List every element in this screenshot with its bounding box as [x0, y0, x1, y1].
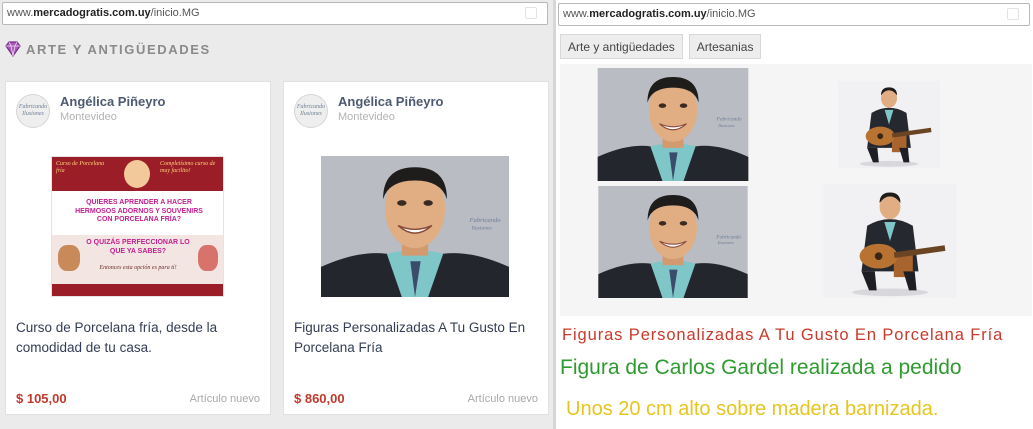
seller-logo-text: Fabricando Ilusiones: [296, 104, 326, 117]
caption-title: Figuras Personalizadas A Tu Gusto En Por…: [562, 326, 1004, 344]
bookmark-icon[interactable]: [525, 7, 537, 19]
url-domain: mercadogratis.com.uy: [33, 7, 151, 19]
address-bar[interactable]: www.mercadogratis.com.uy/inicio.MG: [558, 3, 1030, 26]
doll-illustration-icon: [58, 245, 80, 271]
url-domain: mercadogratis.com.uy: [589, 8, 707, 20]
tab-artesanias[interactable]: Artesanias: [688, 34, 762, 59]
flyer-banner-right: Completísimo curso de muy facilito!: [160, 161, 216, 174]
flyer-footer: [52, 284, 223, 296]
avatar[interactable]: Fabricando Ilusiones: [294, 94, 328, 128]
seller-info[interactable]: Fabricando Ilusiones Angélica Piñeyro Mo…: [294, 94, 443, 128]
listing-title[interactable]: Curso de Porcelana fría, desde la comodi…: [16, 318, 266, 358]
tab-arte-y-antiguedades[interactable]: Arte y antigüedades: [560, 34, 683, 59]
seller-city: Montevideo: [60, 111, 117, 123]
url-prefix: www.: [7, 7, 34, 19]
url-prefix: www.: [563, 8, 590, 20]
figure-guitar-full-photo[interactable]: [838, 68, 940, 181]
seller-name[interactable]: Angélica Piñeyro: [338, 94, 443, 110]
category-tabs: Arte y antigüedades Artesanias: [560, 34, 762, 59]
seller-name[interactable]: Angélica Piñeyro: [60, 94, 165, 110]
photo-gallery: [560, 64, 1032, 316]
listing-condition: Artículo nuevo: [189, 393, 260, 405]
listing-price: $ 105,00: [16, 391, 67, 406]
bookmark-icon[interactable]: [1007, 8, 1019, 20]
seller-info[interactable]: Fabricando Ilusiones Angélica Piñeyro Mo…: [16, 94, 165, 128]
flyer-banner-left: Curso de Porcelana fría: [56, 161, 105, 174]
figure-guitar-closeup-photo[interactable]: [817, 184, 963, 298]
listing-card[interactable]: Fabricando Ilusiones Angélica Piñeyro Mo…: [283, 81, 549, 415]
flyer-alternative: O QUIZÁS PERFECCIONAR LO QUE YA SABES?: [86, 239, 190, 255]
gem-icon: [5, 41, 21, 57]
caption-size: Unos 20 cm alto sobre madera barnizada.: [566, 398, 939, 420]
flyer-closing: Entonces esta opción es para tí!: [99, 265, 177, 271]
listing-card[interactable]: Fabricando Ilusiones Angélica Piñeyro Mo…: [5, 81, 271, 415]
left-listing-panel: www.mercadogratis.com.uy/inicio.MG ARTE …: [0, 0, 553, 429]
category-title: ARTE Y ANTIGÜEDADES: [26, 41, 211, 57]
seller-logo-text: Fabricando Ilusiones: [18, 104, 48, 117]
caption-description: Figura de Carlos Gardel realizada a pedi…: [560, 356, 962, 379]
listing-image-flyer[interactable]: Curso de Porcelana fría Completísimo cur…: [51, 156, 224, 297]
right-detail-panel: www.mercadogratis.com.uy/inicio.MG Arte …: [556, 0, 1033, 429]
figure-portrait-photo[interactable]: [593, 68, 753, 181]
listing-image-figurine[interactable]: [317, 156, 513, 297]
flyer-question: QUIERES APRENDER A HACER HERMOSOS ADORNO…: [75, 199, 203, 223]
category-header: ARTE Y ANTIGÜEDADES: [4, 40, 211, 58]
flyer-bottom: O QUIZÁS PERFECCIONAR LO QUE YA SABES? E…: [52, 235, 223, 296]
listing-condition: Artículo nuevo: [467, 393, 538, 405]
girl-illustration-icon: [124, 160, 150, 188]
flyer-banner: Curso de Porcelana fría Completísimo cur…: [52, 157, 223, 191]
seller-city: Montevideo: [338, 111, 395, 123]
url-path: /inicio.MG: [706, 8, 756, 20]
figure-bust-photo[interactable]: [597, 186, 749, 298]
avatar[interactable]: Fabricando Ilusiones: [16, 94, 50, 128]
listing-title[interactable]: Figuras Personalizadas A Tu Gusto En Por…: [294, 318, 544, 358]
address-bar[interactable]: www.mercadogratis.com.uy/inicio.MG: [2, 2, 548, 25]
figurine-illustration-icon: [198, 245, 218, 271]
listing-price: $ 860,00: [294, 391, 345, 406]
url-path: /inicio.MG: [150, 7, 200, 19]
